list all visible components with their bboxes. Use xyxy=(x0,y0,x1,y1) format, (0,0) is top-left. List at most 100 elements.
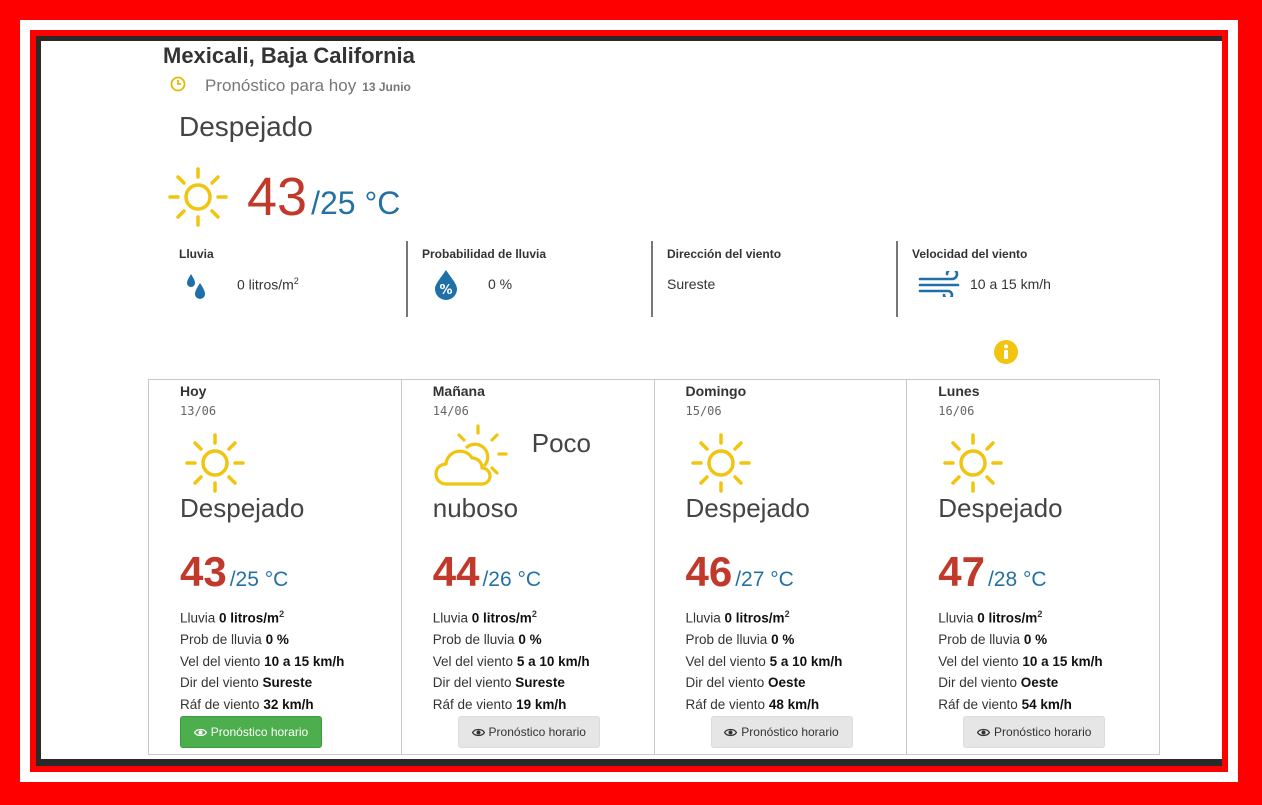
card-rain-row: Lluvia 0 litros/m2 xyxy=(180,604,344,629)
card-rain-row: Lluvia 0 litros/m2 xyxy=(686,604,843,629)
card-temperature: 46 /27 °C xyxy=(686,548,794,596)
eye-icon xyxy=(193,728,207,736)
card-rain-label: Lluvia xyxy=(938,610,978,626)
card-gust-value: 32 km/h xyxy=(263,696,314,712)
card-date: 16/06 xyxy=(938,404,975,418)
card-gust-row: Ráf de viento 48 km/h xyxy=(686,694,843,716)
card-condition: nuboso xyxy=(432,493,519,523)
card-wind-speed-label: Vel del viento xyxy=(685,653,770,669)
card-wind-speed-row: Vel del viento 10 a 15 km/h xyxy=(938,651,1102,673)
hourly-forecast-button[interactable]: Pronóstico horario xyxy=(710,716,853,748)
card-prob-label: Prob de lluvia xyxy=(180,632,266,647)
card-wind-dir-value: Sureste xyxy=(262,675,313,690)
card-rain-value: 0 litros/m xyxy=(219,610,280,626)
card-tmax: 44 xyxy=(432,548,480,595)
hourly-forecast-button-label: Pronóstico horario xyxy=(488,725,586,739)
forecast-card-domingo: Domingo 15/06 Despejado 46 /27 °C Lluvia… xyxy=(653,380,907,754)
stat-wind-speed: Velocidad del viento 10 a 15 km/h xyxy=(896,241,1143,317)
card-details: Lluvia 0 litros/m2 Prob de lluvia 0 % Ve… xyxy=(433,604,590,715)
card-wind-speed-value: 10 a 15 km/h xyxy=(1022,653,1103,669)
card-rain-sup: 2 xyxy=(531,609,537,619)
forecast-cards: Hoy 13/06 Despejado 43 /25 °C Lluvia 0 l… xyxy=(148,379,1160,755)
wind-icon xyxy=(918,271,960,297)
card-wind-speed-row: Vel del viento 10 a 15 km/h xyxy=(180,651,344,673)
hourly-forecast-button-label: Pronóstico horario xyxy=(210,725,309,739)
card-wind-dir-label: Dir del viento xyxy=(432,675,516,690)
sun-icon xyxy=(168,167,228,227)
card-temperature: 47 /28 °C xyxy=(938,548,1046,596)
card-condition: Despejado xyxy=(685,493,810,523)
card-wind-speed-row: Vel del viento 5 a 10 km/h xyxy=(686,651,843,673)
card-wind-dir-value: Oeste xyxy=(768,675,806,690)
card-tmin: /28 °C xyxy=(987,568,1047,591)
card-rain-value: 0 litros/m xyxy=(471,610,532,626)
stat-probability: Probabilidad de lluvia % 0 % xyxy=(406,241,653,317)
hourly-forecast-button[interactable]: Pronóstico horario xyxy=(180,716,322,748)
card-rain-label: Lluvia xyxy=(432,610,472,626)
card-gust-label: Ráf de viento xyxy=(685,696,769,712)
stat-rain-sup: 2 xyxy=(293,276,299,286)
card-gust-value: 19 km/h xyxy=(516,696,567,712)
card-details: Lluvia 0 litros/m2 Prob de lluvia 0 % Ve… xyxy=(180,604,344,715)
card-rain-sup: 2 xyxy=(1037,609,1043,619)
card-day: Domingo xyxy=(685,383,747,399)
card-date: 13/06 xyxy=(180,404,217,418)
card-wind-speed-row: Vel del viento 5 a 10 km/h xyxy=(433,651,590,673)
card-gust-label: Ráf de viento xyxy=(432,696,517,712)
stat-wind-direction: Dirección del viento Sureste xyxy=(651,241,898,317)
card-wind-dir-label: Dir del viento xyxy=(180,675,263,690)
card-tmin: /27 °C xyxy=(735,568,794,591)
card-gust-label: Ráf de viento xyxy=(938,696,1022,712)
forecast-label: Pronóstico para hoy xyxy=(205,76,357,95)
card-wind-speed-label: Vel del viento xyxy=(180,653,265,669)
card-day: Hoy xyxy=(180,383,207,399)
info-icon[interactable] xyxy=(993,339,1019,365)
forecast-card-mañana: Mañana 14/06 Poco nuboso 44 /26 °C Lluvi… xyxy=(400,380,654,754)
card-gust-row: Ráf de viento 32 km/h xyxy=(180,694,344,716)
card-gust-value: 48 km/h xyxy=(768,696,820,712)
stat-rain-label: Lluvia xyxy=(179,247,214,261)
card-tmax: 43 xyxy=(180,548,227,595)
card-wind-speed-label: Vel del viento xyxy=(938,653,1023,669)
card-day: Lunes xyxy=(938,383,980,399)
sun-icon xyxy=(943,433,1003,493)
card-prob-label: Prob de lluvia xyxy=(685,632,772,647)
card-wind-speed-value: 10 a 15 km/h xyxy=(264,653,345,669)
card-day: Mañana xyxy=(432,383,485,399)
card-prob-label: Prob de lluvia xyxy=(938,632,1024,647)
current-tmin: /25 °C xyxy=(311,184,401,221)
forecast-card-lunes: Lunes 16/06 Despejado 47 /28 °C Lluvia 0… xyxy=(906,380,1159,754)
card-prob-row: Prob de lluvia 0 % xyxy=(686,629,843,651)
card-rain-label: Lluvia xyxy=(685,610,725,626)
card-wind-speed-value: 5 a 10 km/h xyxy=(516,653,590,669)
svg-text:%: % xyxy=(439,283,452,298)
card-rain-row: Lluvia 0 litros/m2 xyxy=(433,604,590,629)
card-wind-dir-value: Oeste xyxy=(1020,675,1059,690)
card-wind-speed-label: Vel del viento xyxy=(432,653,517,669)
card-condition: Despejado xyxy=(938,493,1063,523)
hourly-forecast-button[interactable]: Pronóstico horario xyxy=(457,716,600,748)
clock-icon xyxy=(170,76,186,92)
card-temperature: 44 /26 °C xyxy=(433,548,541,596)
card-prob-value: 0 % xyxy=(518,632,542,647)
card-rain-row: Lluvia 0 litros/m2 xyxy=(938,604,1102,629)
forecast-card-hoy: Hoy 13/06 Despejado 43 /25 °C Lluvia 0 l… xyxy=(149,380,401,754)
card-tmin: /25 °C xyxy=(229,568,289,591)
stat-prob-value: 0 % xyxy=(488,276,513,292)
stat-rain: Lluvia 0 litros/m2 xyxy=(171,241,416,317)
forecast-subtitle: Pronóstico para hoy 13 Junio xyxy=(169,73,411,96)
card-condition: Despejado xyxy=(180,493,305,523)
stat-rain-value: 0 litros/m2 xyxy=(237,276,299,293)
hourly-forecast-button[interactable]: Pronóstico horario xyxy=(963,716,1106,748)
eye-icon xyxy=(724,728,738,736)
eye-icon xyxy=(977,728,991,736)
partly-cloudy-icon xyxy=(434,424,508,486)
card-prob-row: Prob de lluvia 0 % xyxy=(180,629,344,651)
sun-icon xyxy=(690,433,751,493)
card-gust-row: Ráf de viento 19 km/h xyxy=(433,694,590,716)
card-gust-value: 54 km/h xyxy=(1021,696,1072,712)
hourly-forecast-button-label: Pronóstico horario xyxy=(741,725,839,739)
card-wind-dir-row: Dir del viento Oeste xyxy=(686,672,843,694)
stat-prob-label: Probabilidad de lluvia xyxy=(422,247,547,261)
card-date: 14/06 xyxy=(432,404,469,418)
